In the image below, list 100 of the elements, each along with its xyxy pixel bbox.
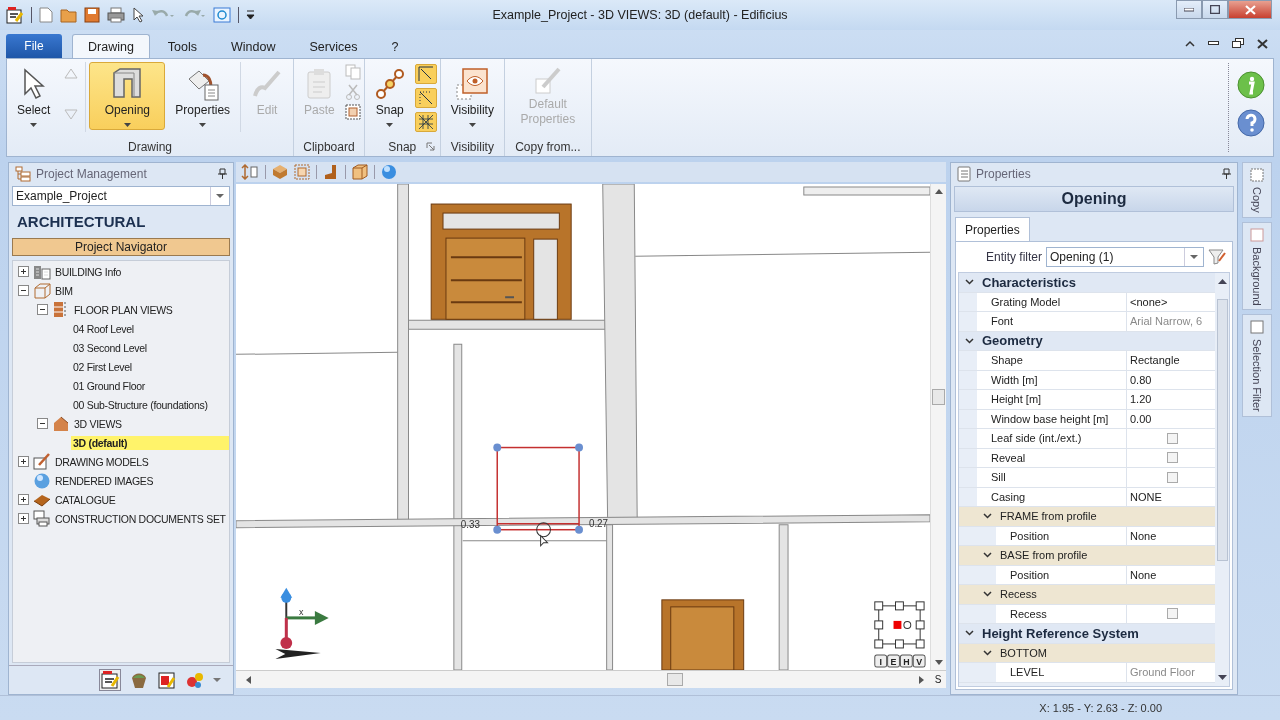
scrollbar-thumb[interactable] bbox=[1216, 298, 1228, 561]
view-cube-drawing[interactable] bbox=[874, 601, 925, 649]
side-tab[interactable]: Selection Filter bbox=[1242, 314, 1272, 418]
tree-item[interactable]: BUILDING Info bbox=[53, 264, 124, 279]
tree-item[interactable]: 3D VIEWS bbox=[72, 416, 124, 431]
scroll-up-icon[interactable] bbox=[934, 189, 943, 194]
gears-icon[interactable] bbox=[185, 670, 205, 690]
info-icon[interactable] bbox=[1237, 71, 1265, 99]
view-button[interactable]: I bbox=[874, 654, 888, 668]
view-button[interactable]: V bbox=[912, 654, 926, 668]
tree-item[interactable]: FLOOR PLAN VIEWS bbox=[72, 302, 175, 317]
ribbon-button[interactable]: Visibility bbox=[443, 62, 501, 130]
maximize-button[interactable] bbox=[1202, 0, 1228, 19]
collapse-icon[interactable] bbox=[983, 552, 992, 559]
vertical-resize-icon[interactable] bbox=[241, 164, 259, 180]
selection-frame[interactable] bbox=[493, 443, 583, 534]
paste-special-icon[interactable] bbox=[344, 104, 361, 120]
texture-icon[interactable] bbox=[272, 164, 288, 180]
snap-toggle-button[interactable] bbox=[414, 88, 437, 108]
ribbon-tab[interactable]: ? bbox=[375, 34, 415, 58]
checkbox[interactable] bbox=[1167, 432, 1178, 444]
more-icon[interactable] bbox=[213, 678, 221, 682]
ribbon-tab[interactable]: Services bbox=[293, 34, 374, 58]
project-navigator-button[interactable]: Project Navigator bbox=[12, 238, 230, 256]
view-button[interactable]: H bbox=[899, 654, 913, 668]
ribbon-button[interactable]: Snap bbox=[367, 62, 412, 130]
collapse-icon[interactable] bbox=[37, 304, 48, 315]
collapse-icon[interactable] bbox=[37, 418, 48, 429]
tree-item[interactable]: BIM bbox=[53, 283, 75, 298]
dialog-launcher-icon[interactable] bbox=[425, 142, 435, 151]
customize-icon[interactable] bbox=[246, 10, 255, 20]
app-icon[interactable] bbox=[99, 669, 121, 691]
expand-icon[interactable] bbox=[18, 266, 29, 277]
collapse-icon[interactable] bbox=[965, 337, 974, 344]
scrollbar-thumb[interactable] bbox=[667, 673, 683, 686]
ribbon-tab[interactable]: Tools bbox=[151, 34, 214, 58]
scroll-right-icon[interactable] bbox=[919, 675, 924, 684]
scroll-down-icon[interactable] bbox=[1217, 675, 1227, 680]
save-icon[interactable] bbox=[84, 7, 100, 23]
collapse-icon[interactable] bbox=[18, 285, 29, 296]
file-menu-button[interactable]: File bbox=[6, 34, 62, 58]
expand-icon[interactable] bbox=[18, 456, 29, 467]
collapse-icon[interactable] bbox=[965, 279, 974, 286]
tree-item[interactable]: CONSTRUCTION DOCUMENTS SET bbox=[53, 511, 228, 526]
tree-item[interactable]: 04 Roof Level bbox=[71, 321, 136, 336]
scrollbar[interactable] bbox=[1215, 273, 1229, 686]
collapse-icon[interactable] bbox=[983, 649, 992, 656]
side-tab[interactable]: Background bbox=[1242, 221, 1272, 311]
snap-toggle-button[interactable] bbox=[414, 112, 437, 132]
collapse-ribbon-icon[interactable] bbox=[1185, 40, 1195, 47]
property-value[interactable]: Rectangle bbox=[1127, 351, 1215, 370]
app-icon[interactable] bbox=[6, 6, 24, 24]
pin-icon[interactable] bbox=[218, 168, 227, 179]
tree-item[interactable]: 01 Ground Floor bbox=[71, 378, 147, 393]
folder-icon[interactable] bbox=[60, 7, 77, 23]
sphere-icon[interactable] bbox=[381, 164, 397, 180]
snap-toggle-button[interactable] bbox=[414, 64, 437, 84]
ribbon-tab[interactable]: Drawing bbox=[72, 34, 150, 58]
tree-item[interactable]: CATALOGUE bbox=[53, 492, 118, 507]
filter-icon[interactable] bbox=[1208, 249, 1226, 265]
refresh-window-icon[interactable] bbox=[213, 7, 231, 23]
collapse-icon[interactable] bbox=[983, 591, 992, 598]
checkbox[interactable] bbox=[1167, 471, 1178, 483]
scrollbar[interactable] bbox=[930, 184, 946, 670]
ribbon-button[interactable]: Opening bbox=[89, 62, 166, 130]
help-icon[interactable] bbox=[1237, 109, 1265, 137]
collapse-icon[interactable] bbox=[965, 630, 974, 637]
expand-icon[interactable] bbox=[18, 513, 29, 524]
tree-item[interactable]: 03 Second Level bbox=[71, 340, 149, 355]
document-app-icon[interactable] bbox=[157, 670, 177, 690]
property-value[interactable]: Ground Floor bbox=[1127, 663, 1215, 682]
tree-item[interactable]: 02 First Level bbox=[71, 359, 134, 374]
restore-icon[interactable] bbox=[1232, 38, 1244, 49]
pin-icon[interactable] bbox=[1222, 168, 1231, 179]
pointer-icon[interactable] bbox=[132, 7, 144, 23]
entity-filter-dropdown[interactable]: Opening (1) bbox=[1046, 247, 1204, 267]
expand-icon[interactable] bbox=[18, 494, 29, 505]
close-button[interactable] bbox=[1228, 0, 1272, 19]
tree-item[interactable]: DRAWING MODELS bbox=[53, 454, 151, 469]
ribbon-tab[interactable]: Window bbox=[215, 34, 292, 58]
cube-icon[interactable] bbox=[352, 164, 368, 180]
print-icon[interactable] bbox=[107, 7, 125, 23]
property-value[interactable]: Arial Narrow, 6 bbox=[1127, 312, 1215, 331]
scroll-up-icon[interactable] bbox=[1217, 279, 1227, 284]
side-tab[interactable]: Copy bbox=[1242, 162, 1272, 218]
property-value[interactable]: 1.20 bbox=[1127, 390, 1215, 409]
scrollbar-thumb[interactable] bbox=[932, 389, 945, 405]
project-dropdown[interactable]: Example_Project bbox=[12, 186, 230, 206]
minimize-icon[interactable] bbox=[1208, 41, 1219, 46]
collapse-icon[interactable] bbox=[983, 513, 992, 520]
scroll-down-icon[interactable] bbox=[934, 660, 943, 665]
view-button[interactable]: E bbox=[887, 654, 900, 668]
ribbon-button[interactable]: Select bbox=[10, 62, 58, 130]
tree-item[interactable]: 3D (default) bbox=[71, 435, 229, 450]
checkbox[interactable] bbox=[1167, 452, 1178, 464]
panel-tab[interactable]: Properties bbox=[955, 217, 1030, 241]
tree-item[interactable]: 00 Sub-Structure (foundations) bbox=[71, 397, 210, 412]
scroll-left-icon[interactable] bbox=[246, 675, 251, 684]
close-icon[interactable] bbox=[1257, 38, 1268, 49]
ribbon-button[interactable]: Properties bbox=[168, 62, 238, 130]
